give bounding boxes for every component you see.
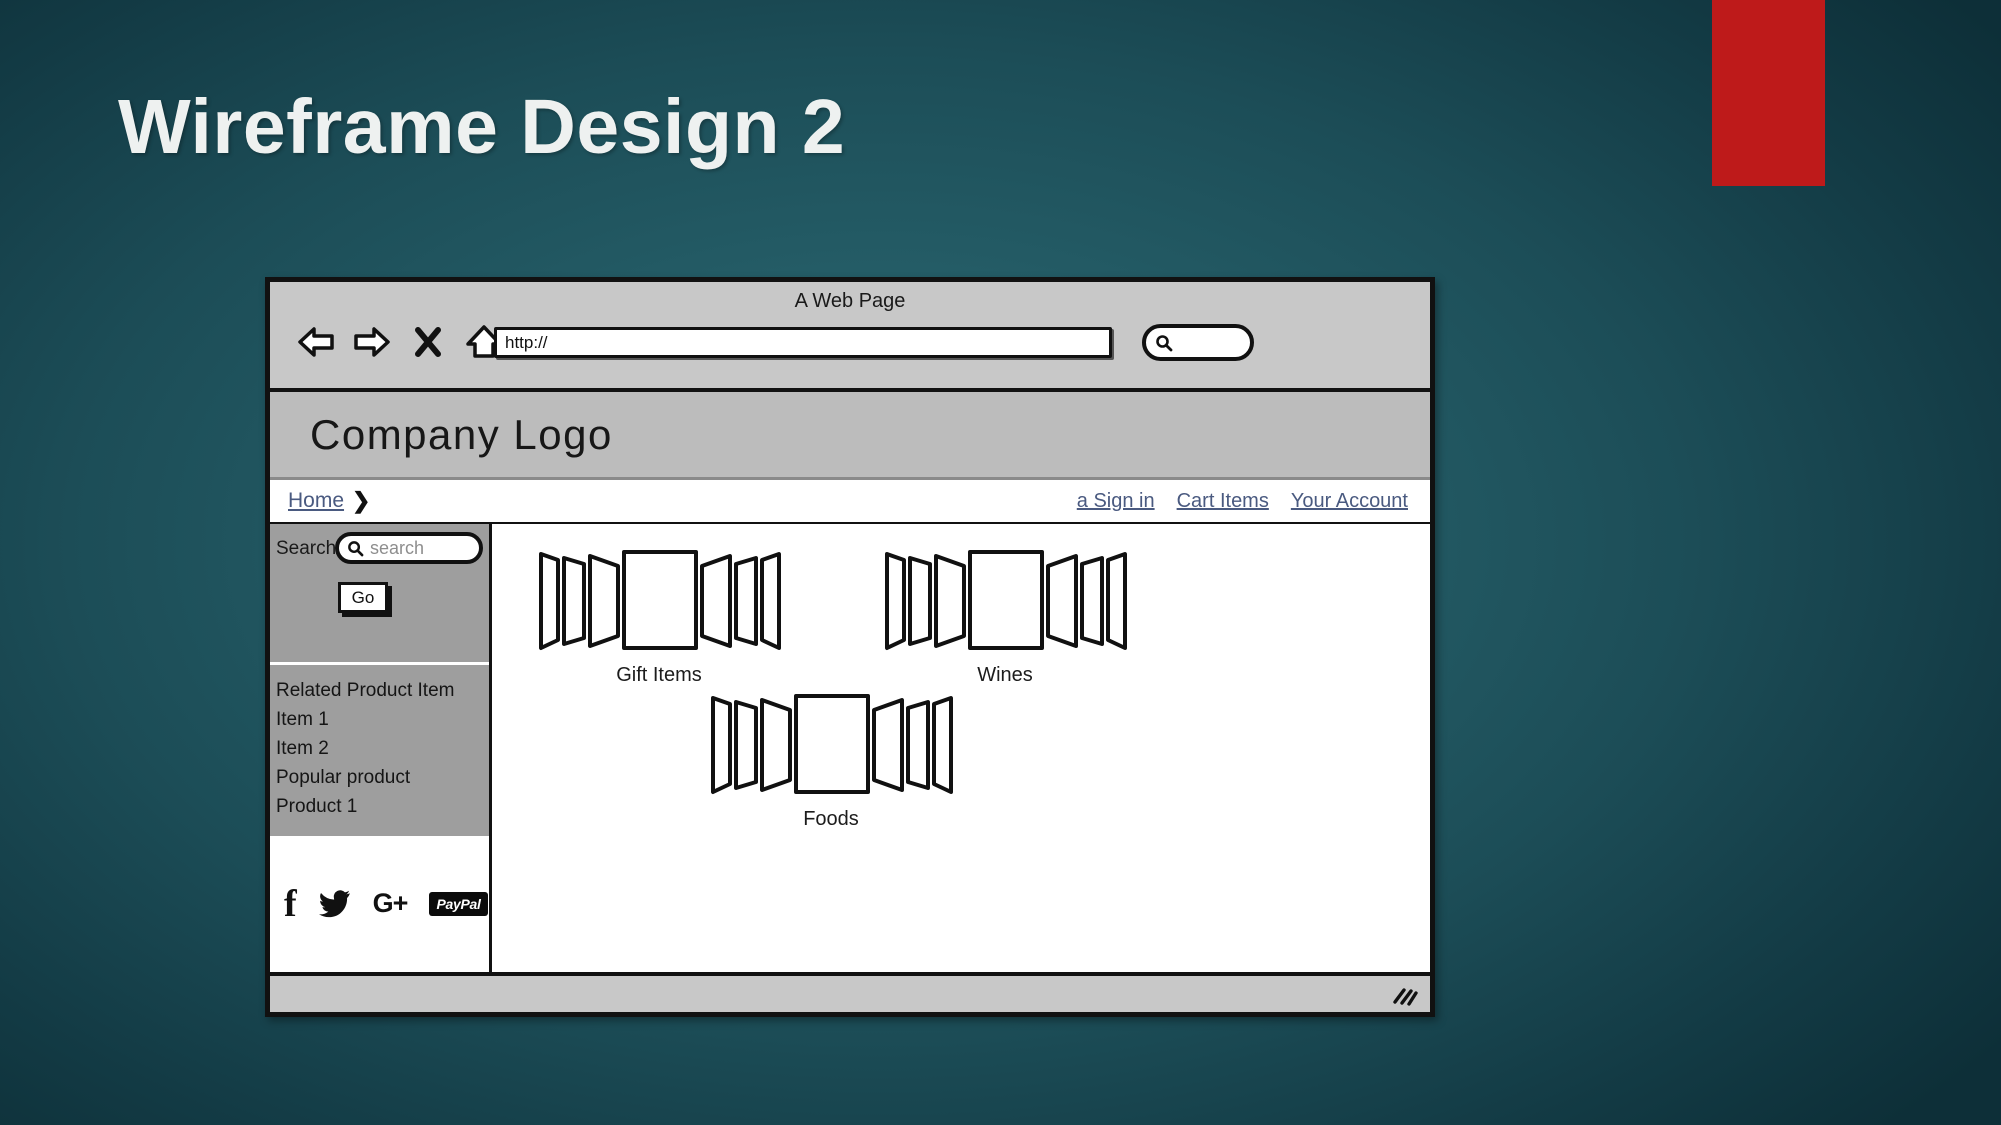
breadcrumb-item-home[interactable]: Home (288, 489, 344, 513)
page-title: Wireframe Design 2 (118, 84, 846, 170)
product-label: Gift Items (616, 664, 702, 686)
product-label: Wines (977, 664, 1033, 686)
sidebar-search-panel: Search search Go (270, 524, 489, 662)
search-icon (1156, 334, 1173, 351)
nav-link-cart-items[interactable]: Cart Items (1177, 490, 1269, 513)
product-label: Foods (803, 808, 859, 830)
back-arrow-icon[interactable] (294, 320, 338, 364)
list-item[interactable]: Popular product (276, 764, 489, 793)
account-nav-links: a Sign in Cart Items Your Account (1077, 490, 1408, 513)
browser-status-bar (270, 972, 1430, 1012)
nav-link-your-account[interactable]: Your Account (1291, 490, 1408, 513)
search-input-placeholder: search (370, 537, 425, 558)
coverflow-icon (885, 550, 1127, 650)
forward-arrow-icon[interactable] (350, 320, 394, 364)
url-input-value: http:// (505, 332, 548, 352)
coverflow-icon (711, 694, 953, 794)
browser-window-mockup: A Web Page http:// Company Logo Home ❯ a… (265, 277, 1435, 1017)
company-logo: Company Logo (310, 410, 613, 458)
main-content-area: Gift Items Wines Foods (489, 524, 1430, 972)
search-label: Search (276, 538, 337, 559)
nav-link-sign-in[interactable]: a Sign in (1077, 490, 1155, 513)
social-links-row: f G+ PayPal (270, 835, 489, 972)
page-content: Search search Go Related Product Item It… (270, 524, 1430, 972)
paypal-icon[interactable]: PayPal (429, 891, 488, 916)
list-item[interactable]: Related Product Item (276, 677, 489, 706)
chevron-right-icon: ❯ (352, 488, 371, 513)
slide-accent-rectangle (1712, 0, 1825, 186)
breadcrumb: Home ❯ (288, 488, 370, 514)
product-carousel-wines[interactable]: Wines (882, 540, 1128, 687)
facebook-icon[interactable]: f (284, 885, 297, 923)
list-item[interactable]: Item 2 (276, 735, 489, 764)
rendered-web-page: Company Logo Home ❯ a Sign in Cart Items… (270, 392, 1430, 972)
browser-chrome: A Web Page http:// (270, 282, 1430, 392)
google-plus-icon[interactable]: G+ (373, 890, 409, 917)
search-input[interactable]: search (335, 532, 483, 564)
list-item[interactable]: Product 1 (276, 793, 489, 822)
twitter-icon[interactable] (318, 890, 351, 918)
site-header: Company Logo (270, 392, 1430, 480)
related-products-panel: Related Product Item Item 1 Item 2 Popul… (270, 662, 489, 836)
sidebar: Search search Go Related Product Item It… (270, 524, 489, 972)
coverflow-icon (539, 550, 781, 650)
window-title: A Web Page (794, 290, 906, 312)
browser-toolbar (294, 320, 506, 364)
browser-search-input[interactable] (1142, 324, 1254, 361)
url-input[interactable]: http:// (494, 327, 1112, 358)
list-item[interactable]: Item 1 (276, 706, 489, 735)
search-go-button[interactable]: Go (338, 582, 388, 613)
site-nav-bar: Home ❯ a Sign in Cart Items Your Account (270, 480, 1430, 524)
product-carousel-gift-items[interactable]: Gift Items (536, 540, 782, 687)
search-icon (348, 540, 364, 556)
product-carousel-foods[interactable]: Foods (708, 684, 954, 831)
resize-grip-icon[interactable] (1392, 984, 1418, 1006)
close-x-icon[interactable] (406, 320, 450, 364)
